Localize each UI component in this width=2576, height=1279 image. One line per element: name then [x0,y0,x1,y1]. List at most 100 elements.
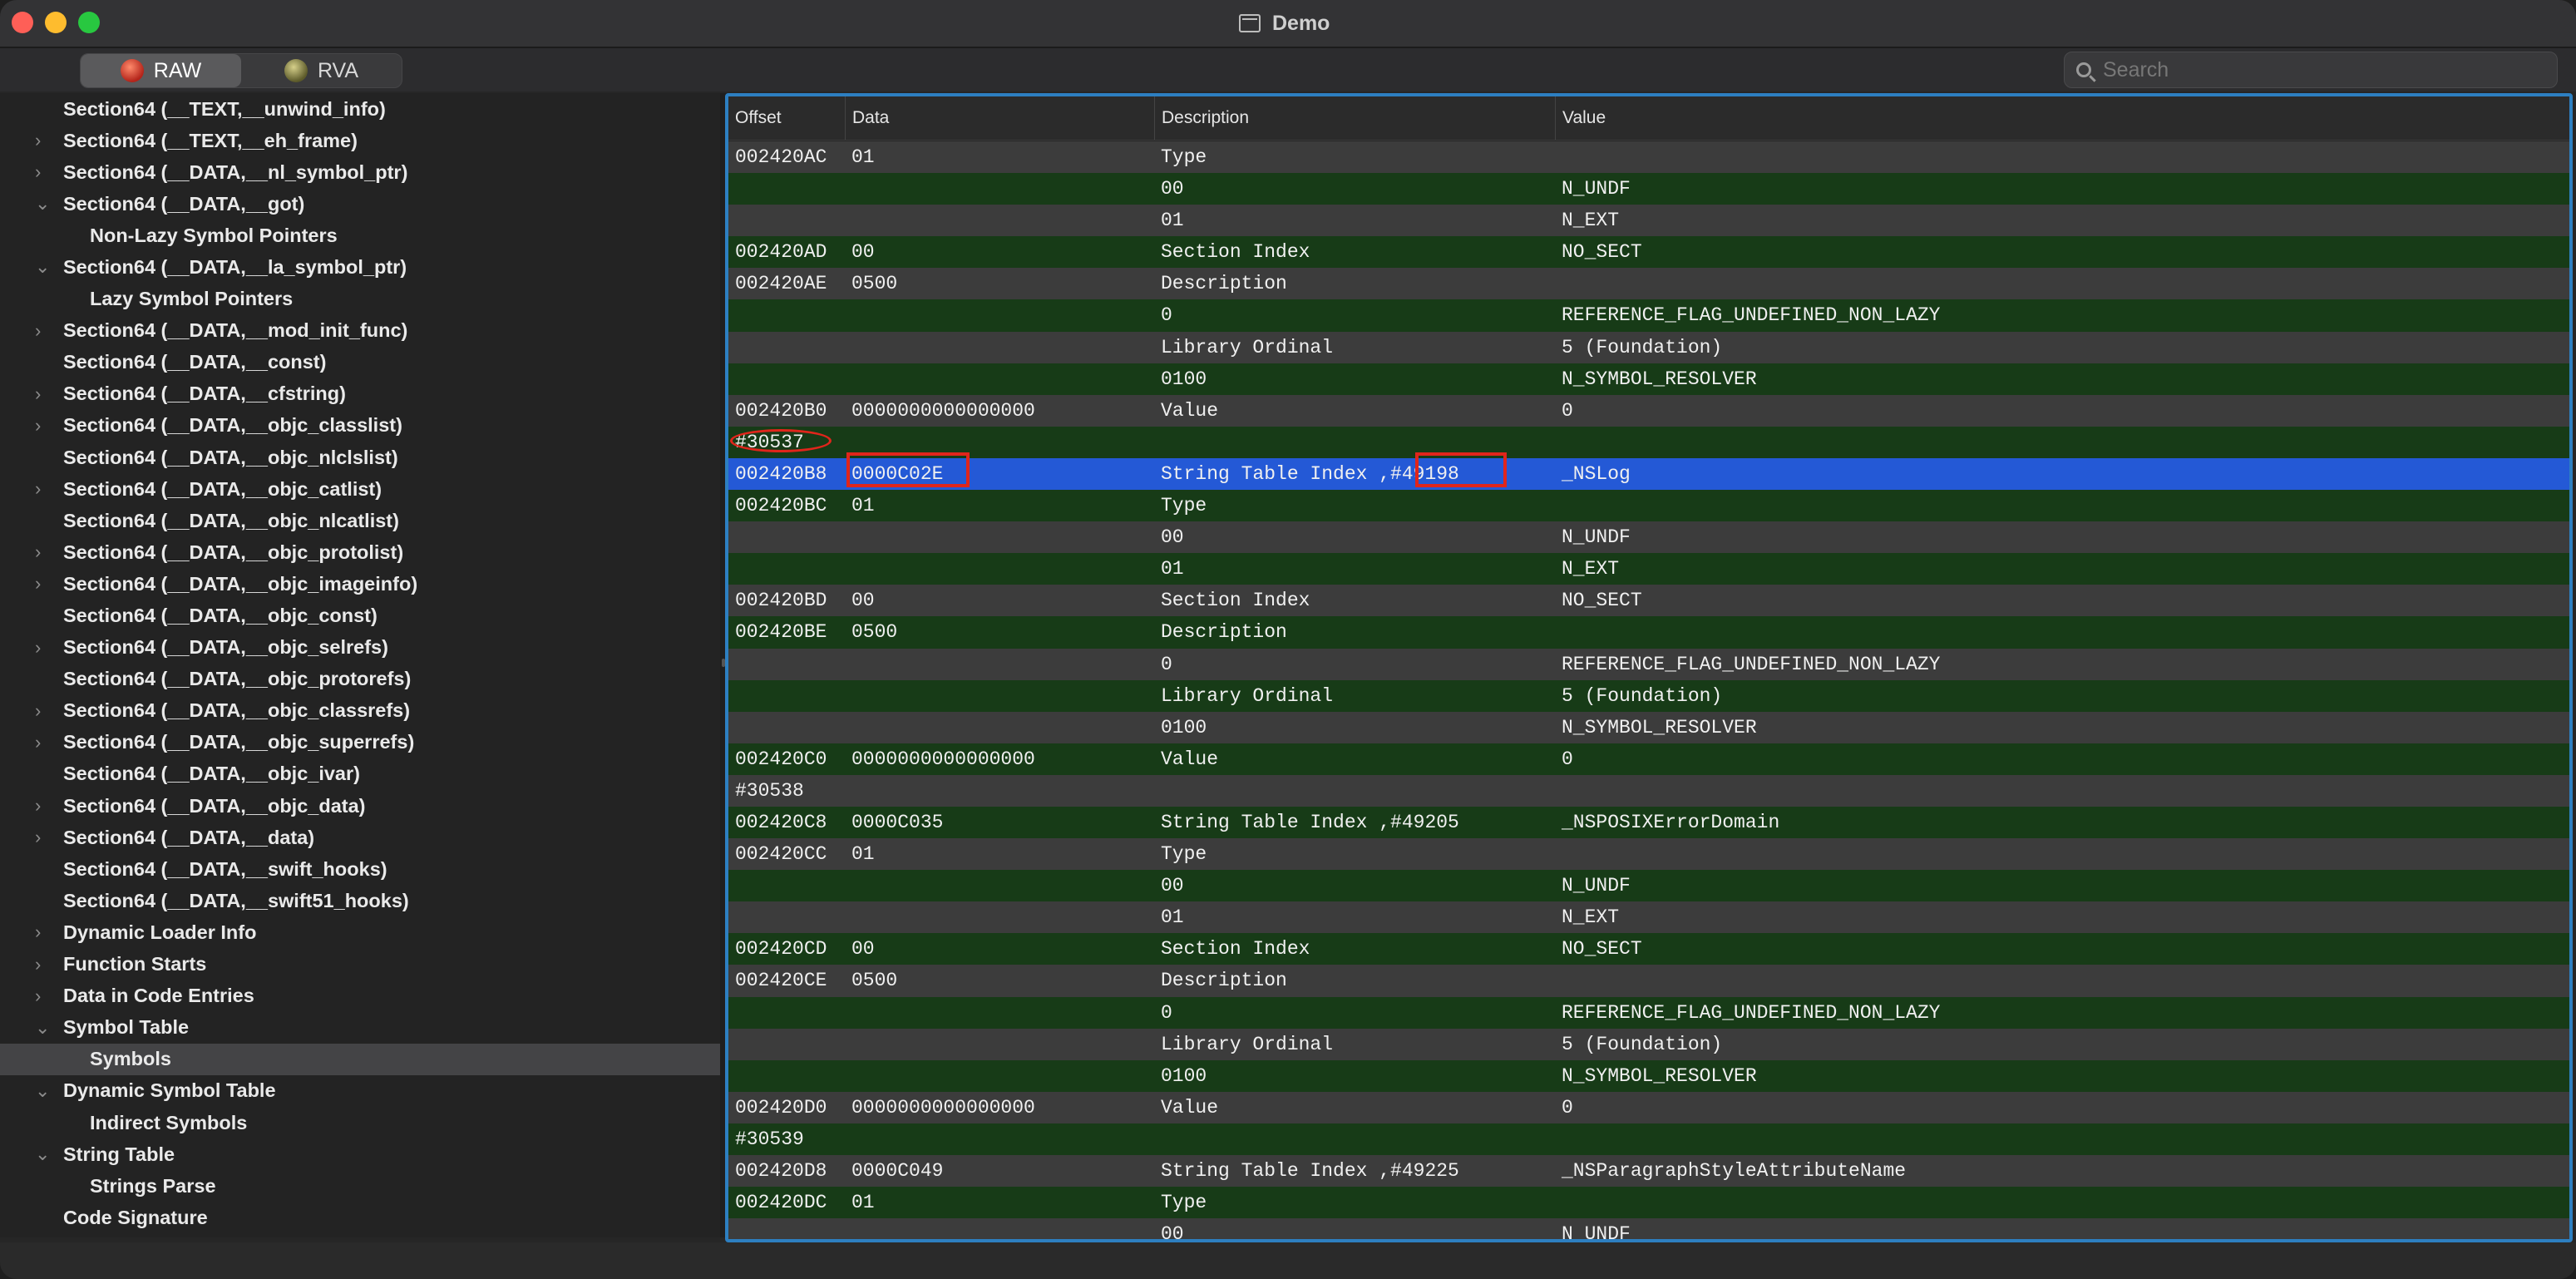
chevron-right-icon[interactable]: › [35,315,41,347]
sidebar-item[interactable]: Section64 (__TEXT,__unwind_info) [0,93,720,125]
rva-mode-button[interactable]: RVA [241,54,402,87]
sidebar-item[interactable]: ⌄ String Table [0,1138,720,1170]
table-row[interactable]: 0100 N_SYMBOL_RESOLVER [728,711,2569,743]
chevron-right-icon[interactable]: › [35,790,41,822]
table-row[interactable]: 002420C8 0000C035 String Table Index ,#492… [728,806,2569,839]
chevron-down-icon[interactable]: ⌄ [35,1012,50,1044]
sidebar-item[interactable]: Indirect Symbols [0,1107,720,1138]
sidebar-item[interactable]: Strings Parse [0,1170,720,1202]
chevron-right-icon[interactable]: › [35,822,41,853]
sidebar-item[interactable]: Section64 (__DATA,__objc_const) [0,600,720,632]
column-header-value[interactable]: Value [1555,96,2569,140]
sidebar-item[interactable]: Section64 (__DATA,__objc_nlcatlist) [0,505,720,536]
table-row[interactable]: 002420AE 0500 Description [728,268,2569,300]
chevron-right-icon[interactable]: › [35,125,41,156]
sidebar-item[interactable]: › Section64 (__DATA,__objc_catlist) [0,473,720,505]
sidebar-item[interactable]: › Section64 (__TEXT,__eh_frame) [0,125,720,156]
table-row[interactable]: 0100 N_SYMBOL_RESOLVER [728,1059,2569,1092]
table-row[interactable]: 002420D8 0000C049 String Table Index ,#492… [728,1155,2569,1188]
table-row[interactable]: 002420D0 0000000000000000 Value 0 [728,1091,2569,1123]
table-row[interactable]: 0100 N_SYMBOL_RESOLVER [728,363,2569,395]
sidebar-item[interactable]: › Section64 (__DATA,__objc_superrefs) [0,727,720,758]
close-window-button[interactable] [12,12,33,33]
chevron-right-icon[interactable]: › [35,568,41,600]
chevron-right-icon[interactable]: › [35,949,41,980]
sidebar-item[interactable]: › Data in Code Entries [0,980,720,1012]
sidebar-item[interactable]: ⌄ Dynamic Symbol Table [0,1075,720,1107]
sidebar-item[interactable]: Section64 (__DATA,__objc_nlclslist) [0,442,720,473]
sidebar-item[interactable]: › Dynamic Loader Info [0,916,720,948]
raw-mode-button[interactable]: RAW [81,54,241,87]
sidebar-item[interactable]: Section64 (__DATA,__swift51_hooks) [0,885,720,916]
sidebar-item[interactable]: ⌄ Section64 (__DATA,__got) [0,188,720,220]
table-row[interactable]: 002420B8 0000C02E String Table Index ,#491… [728,457,2569,491]
table-row[interactable]: 002420C0 0000000000000000 Value 0 [728,743,2569,775]
chevron-right-icon[interactable]: › [35,156,41,188]
search-input[interactable] [2101,57,2537,83]
sidebar-item[interactable]: › Section64 (__DATA,__mod_init_func) [0,315,720,347]
sidebar-item[interactable]: Section64 (__DATA,__objc_protorefs) [0,664,720,695]
chevron-right-icon[interactable]: › [35,378,41,410]
sidebar-item[interactable]: Section64 (__DATA,__swift_hooks) [0,853,720,885]
table-row[interactable]: Library Ordinal 5 (Foundation) [728,1028,2569,1060]
chevron-right-icon[interactable]: › [35,473,41,505]
sidebar-item[interactable]: › Section64 (__DATA,__objc_protolist) [0,536,720,568]
minimize-window-button[interactable] [45,12,67,33]
table-row[interactable]: 01 N_EXT [728,553,2569,585]
table-row[interactable]: 002420CC 01 Type [728,838,2569,871]
table-row[interactable]: 0 REFERENCE_FLAG_UNDEFINED_NON_LAZY [728,299,2569,332]
sidebar-item[interactable]: ⌄ Section64 (__DATA,__la_symbol_ptr) [0,251,720,283]
sidebar-item[interactable]: Section64 (__DATA,__objc_ivar) [0,758,720,790]
table-row[interactable]: 002420AD 00 Section Index NO_SECT [728,236,2569,269]
table-row[interactable]: 0 REFERENCE_FLAG_UNDEFINED_NON_LAZY [728,648,2569,680]
table-row[interactable]: 01 N_EXT [728,205,2569,237]
sidebar-item[interactable]: › Section64 (__DATA,__cfstring) [0,378,720,410]
chevron-right-icon[interactable]: › [35,632,41,664]
chevron-right-icon[interactable]: › [35,980,41,1012]
table-row[interactable]: Library Ordinal 5 (Foundation) [728,679,2569,712]
zoom-window-button[interactable] [78,12,100,33]
table-row[interactable]: #30539 [728,1123,2569,1155]
sidebar-item[interactable]: ⌄ Symbol Table [0,1012,720,1044]
table-row[interactable]: 00 N_UNDF [728,1218,2569,1239]
chevron-right-icon[interactable]: › [35,410,41,442]
table-row[interactable]: 0 REFERENCE_FLAG_UNDEFINED_NON_LAZY [728,996,2569,1029]
table-row[interactable]: 01 N_EXT [728,901,2569,934]
table-row[interactable]: 00 N_UNDF [728,870,2569,902]
sidebar-tree[interactable]: Section64 (__TEXT,__unwind_info) › Section… [0,93,720,1237]
table-row[interactable]: 002420AC 01 Type [728,141,2569,174]
sidebar-item[interactable]: Section64 (__DATA,__const) [0,347,720,378]
sidebar-item[interactable]: › Section64 (__DATA,__objc_data) [0,790,720,822]
sidebar-item[interactable]: › Function Starts [0,949,720,980]
table-row[interactable]: 00 N_UNDF [728,521,2569,554]
sidebar-item[interactable]: › Section64 (__DATA,__nl_symbol_ptr) [0,156,720,188]
sidebar-item[interactable]: › Section64 (__DATA,__objc_imageinfo) [0,568,720,600]
sidebar-item[interactable]: › Section64 (__DATA,__objc_classrefs) [0,695,720,727]
sidebar-item[interactable]: › Section64 (__DATA,__objc_selrefs) [0,632,720,664]
chevron-down-icon[interactable]: ⌄ [35,1075,50,1107]
table-row[interactable]: 002420CE 0500 Description [728,965,2569,997]
table-row[interactable]: #30537 [728,426,2569,458]
table-row[interactable]: 002420BC 01 Type [728,490,2569,522]
table-row[interactable]: 002420BE 0500 Description [728,616,2569,649]
table-row[interactable]: 00 N_UNDF [728,173,2569,205]
chevron-down-icon[interactable]: ⌄ [35,1138,50,1170]
column-header-description[interactable]: Description [1154,96,1555,140]
table-row[interactable]: 002420DC 01 Type [728,1187,2569,1219]
table-row[interactable]: 002420BD 00 Section Index NO_SECT [728,585,2569,617]
chevron-down-icon[interactable]: ⌄ [35,251,50,283]
sidebar-item[interactable]: Code Signature [0,1202,720,1233]
column-header-offset[interactable]: Offset [728,96,845,140]
sidebar-item[interactable]: › Section64 (__DATA,__objc_classlist) [0,410,720,442]
chevron-right-icon[interactable]: › [35,727,41,758]
chevron-down-icon[interactable]: ⌄ [35,188,50,220]
table-row[interactable]: #30538 [728,774,2569,807]
sidebar-item[interactable]: Lazy Symbol Pointers [0,284,720,315]
table-row[interactable]: Library Ordinal 5 (Foundation) [728,331,2569,363]
column-header-data[interactable]: Data [845,96,1154,140]
chevron-right-icon[interactable]: › [35,916,41,948]
table-row[interactable]: 002420B0 0000000000000000 Value 0 [728,394,2569,427]
chevron-right-icon[interactable]: › [35,695,41,727]
sidebar-item[interactable]: › Section64 (__DATA,__data) [0,822,720,853]
chevron-right-icon[interactable]: › [35,536,41,568]
